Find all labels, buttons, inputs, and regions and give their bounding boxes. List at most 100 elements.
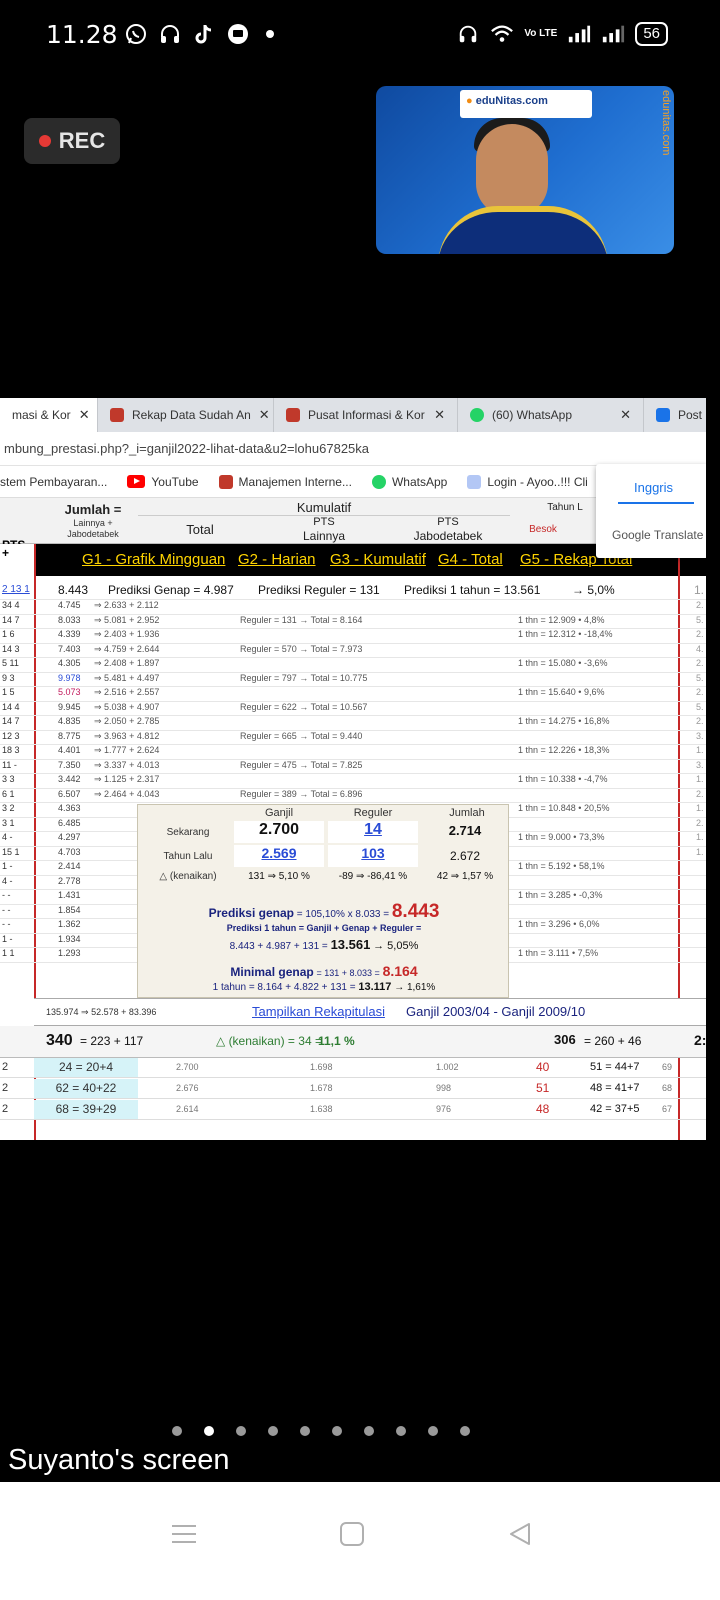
table-row: 2 24 = 20+4 2.700 1.698 1.002 40 51 = 44+7 69 [0,1058,706,1078]
cell-m: ⇒ 2.408 + 1.897 [94,658,160,668]
cell-v: 1.431 [58,890,81,900]
col-ganjil: Ganjil [264,807,294,819]
minimal-genap-line: Minimal genap = 131 + 8.033 = 8.164 [230,963,418,979]
page-dot[interactable] [236,1426,246,1436]
participant-video[interactable]: ● eduNitas.com edunitas.com [376,86,674,254]
table-row: 2 68 = 39+29 2.614 1.638 976 48 42 = 37+5 67 [0,1100,706,1120]
address-bar[interactable]: mbung_prestasi.php?_i=ganjil2022-lihat-d… [0,432,706,466]
link-g1[interactable]: G1 - Grafik Mingguan [82,551,225,568]
cell-v: 4.305 [58,658,81,668]
cell-v: 8.033 [58,614,81,625]
close-icon[interactable]: ✕ [79,407,90,423]
cell-v: 3.442 [58,774,81,784]
prediksi-1-tahun-label: Prediksi 1 tahun = Ganjil + Genap + Regu… [226,923,422,933]
cell-far-right: 1. [696,745,704,755]
close-icon[interactable]: ✕ [259,407,270,423]
menu-button[interactable] [154,1510,214,1558]
youtube-icon [127,475,146,488]
page-dot[interactable] [300,1426,310,1436]
link-g4[interactable]: G4 - Total [438,551,503,568]
row-kenaikan: △ (kenaikan) [159,871,217,882]
cell-lc: 14 7 [2,614,20,625]
page-dot[interactable] [396,1426,406,1436]
tahun-lalu-reguler[interactable]: 103 [328,845,418,867]
link-g3[interactable]: G3 - Kumulatif [330,551,426,568]
link-g2[interactable]: G2 - Harian [238,551,316,568]
tahun-lalu-jumlah: 2.672 [449,849,481,863]
close-icon[interactable]: ✕ [620,407,631,423]
bookmark-youtube[interactable]: YouTube [127,475,199,489]
presenter-jacket [438,206,608,254]
cell-c2: 2.614 [176,1104,199,1114]
page-dot[interactable] [332,1426,342,1436]
site-favicon-icon [110,408,124,422]
cell-c4: 976 [436,1104,452,1114]
home-icon [340,1522,364,1546]
close-icon[interactable]: ✕ [434,407,445,423]
cell-m: ⇒ 2.516 + 2.557 [94,687,160,697]
presenter-face [476,124,548,216]
cell-far-right: 1. [696,774,704,784]
cell-far-right: 2. [696,817,704,828]
cell-lc: 3 3 [2,774,15,784]
cell-c0: 2 [2,1061,9,1073]
cell-far-right: 2. [696,658,704,668]
tab-whatsapp[interactable]: (60) WhatsApp ✕ [458,398,644,432]
signal-icon [567,22,591,46]
translate-language-option[interactable]: Inggris [634,480,673,495]
tampilkan-rekapitulasi-link[interactable]: Tampilkan Rekapitulasi [252,1004,385,1019]
bookmark-pembayaran[interactable]: stem Pembayaran... [0,475,107,489]
table-row: 14 7 4.835 ⇒ 2.050 + 2.785 1 thn = 14.275 •… [0,716,706,731]
cell-c5: 40 [536,1060,550,1074]
table-row: 5 11 4.305 ⇒ 2.408 + 1.897 1 thn = 15.080 •… [0,658,706,673]
whatsapp-icon [124,22,148,46]
screen-owner-label: Suyanto's screen [8,1444,230,1476]
page-dot[interactable] [364,1426,374,1436]
cell-lc: - - [2,919,11,929]
tab-post[interactable]: Post [644,398,706,432]
cell-m: ⇒ 1.777 + 2.624 [94,745,160,755]
cell-t: 1 thn = 3.111 • 7,5% [518,948,599,958]
google-translate-popup: Inggris Google Translate [596,464,706,558]
tab-pusat-informasi[interactable]: Pusat Informasi & Kor ✕ [274,398,458,432]
back-icon [510,1523,530,1545]
cell-c5: 48 [536,1102,550,1116]
bookmark-login[interactable]: Login - Ayoo..!!! Cli [467,474,588,489]
home-button[interactable] [322,1510,382,1558]
expand-control[interactable]: + [0,544,34,576]
page-dot[interactable] [172,1426,182,1436]
notification-icons [124,22,274,46]
tahun-lalu-ganjil[interactable]: 2.569 [234,845,324,867]
tab-rekap-data[interactable]: Rekap Data Sudah An ✕ [98,398,274,432]
cell-v: 9.978 [58,672,81,683]
cell-v: 7.350 [58,759,81,770]
cell-v: 1.934 [58,933,81,944]
cell-far-right: 2. [696,687,704,697]
cell-t: 1 thn = 10.848 • 20,5% [518,803,610,813]
page-dot[interactable] [204,1426,214,1436]
cell-m: ⇒ 1.125 + 2.317 [94,774,160,784]
totals-row: 340 = 223 + 117 △ (kenaikan) = 34 = 11,1… [0,1026,706,1058]
page-dot[interactable] [268,1426,278,1436]
cell-far-right: 2. [696,716,704,726]
cell-t: 1 thn = 12.226 • 18,3% [518,745,610,755]
headset-icon [456,22,480,46]
cell-m: ⇒ 2.633 + 2.112 [94,600,159,610]
bookmark-manajemen[interactable]: Manajemen Interne... [218,474,352,489]
bookmark-whatsapp[interactable]: WhatsApp [371,474,447,489]
sekarang-reguler[interactable]: 14 [328,821,418,843]
cell-far-right: 4. [696,643,704,654]
clock: 11.28 [46,20,118,49]
back-button[interactable] [490,1510,550,1558]
tab-prestasi[interactable]: masi & Kor ✕ [0,398,98,432]
page-dot[interactable] [460,1426,470,1436]
sekarang-jumlah: 2.714 [448,823,482,838]
cell-t: 1 thn = 3.296 • 6,0% [518,919,600,929]
cell-t: 1 thn = 15.640 • 9,6% [518,687,605,697]
status-bar: 11.28 Vo LTE 56 [0,0,720,72]
whatsapp-icon [371,474,386,489]
kenaikan-jumlah: 42 ⇒ 1,57 % [436,871,494,882]
page-dot[interactable] [428,1426,438,1436]
cell-c3: 1.638 [310,1104,333,1114]
table-row: 12 3 8.775 ⇒ 3.963 + 4.812 Reguler = 665 → … [0,731,706,745]
